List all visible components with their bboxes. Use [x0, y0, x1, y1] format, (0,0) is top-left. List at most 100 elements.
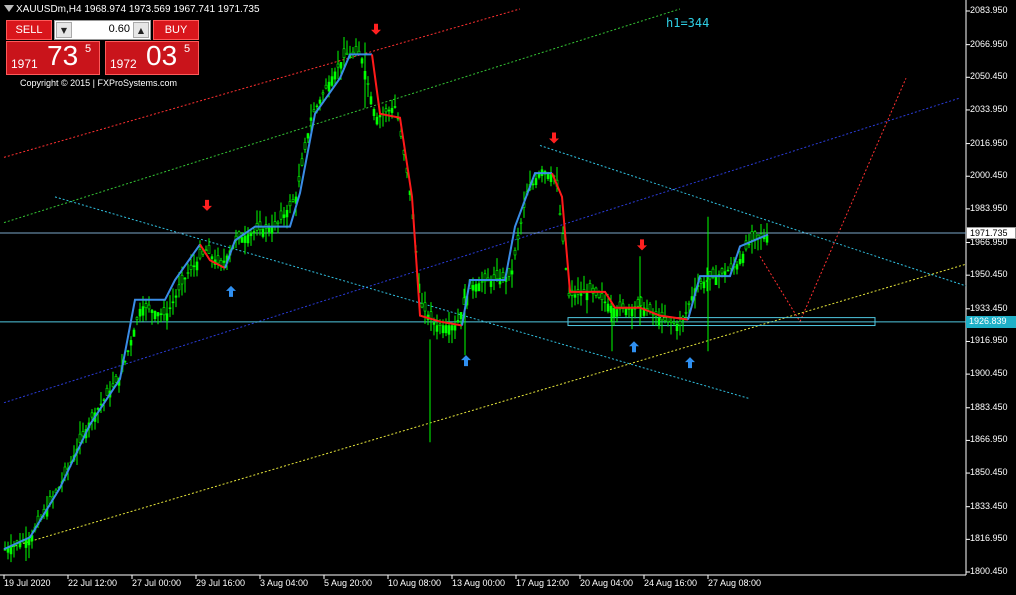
candle-body	[444, 325, 448, 334]
buy-price-box[interactable]: 1972 03 5	[105, 40, 199, 75]
candle-body	[516, 235, 520, 240]
candle-body	[624, 307, 628, 316]
candle-body	[447, 325, 451, 335]
candle-body	[432, 322, 436, 325]
candle-body	[141, 306, 145, 316]
candle-body	[309, 117, 313, 121]
candle-body	[435, 325, 439, 332]
candle-body	[132, 329, 136, 337]
candle-body	[603, 301, 607, 304]
lot-decrease-icon[interactable]: ▼	[56, 22, 72, 38]
candle-body	[507, 268, 511, 277]
candle-body	[114, 376, 118, 383]
y-axis-label: 1883.450	[970, 401, 1008, 412]
y-axis-label: 2083.950	[970, 5, 1008, 15]
candle-body	[423, 302, 427, 312]
sell-arrow-icon	[202, 199, 212, 211]
candle-body	[573, 294, 577, 298]
lot-size-value[interactable]: 0.60	[75, 23, 130, 35]
candle-body	[441, 325, 445, 334]
candle-body	[111, 383, 115, 387]
candle-body	[561, 233, 565, 242]
candle-body	[360, 58, 364, 64]
candle-body	[138, 308, 142, 317]
candle-body	[456, 319, 460, 323]
candle-body	[369, 96, 373, 105]
y-axis-label: 1916.950	[970, 335, 1008, 346]
buy-price-pips: 03	[146, 40, 178, 71]
channel-blue-line	[3, 97, 961, 404]
candle-body	[387, 109, 391, 112]
level-price-tag[interactable]: 1926.839	[966, 315, 1016, 328]
current-price-tag: 1971.735	[966, 227, 1016, 240]
candle-body	[189, 264, 193, 270]
candle-body	[714, 275, 718, 285]
trend-down-segment	[371, 54, 463, 327]
candle-body	[246, 234, 250, 244]
sell-arrow-icon	[637, 239, 647, 251]
candle-body	[474, 284, 478, 292]
candle-body	[558, 213, 562, 215]
one-click-trading-panel: SELL ▼ 0.60 ▲ BUY 1971 73 5 1972 03 5 Co…	[6, 20, 199, 90]
candle-body	[366, 83, 370, 85]
candle-body	[585, 292, 589, 301]
x-axis-label: 27 Jul 00:00	[132, 578, 182, 588]
candle-body	[747, 243, 751, 246]
x-axis-label: 20 Aug 04:00	[580, 578, 634, 588]
candle-body	[450, 325, 454, 331]
candle-body	[702, 281, 706, 289]
x-axis-label: 22 Jul 12:00	[68, 578, 118, 588]
y-axis-label: 1983.950	[970, 202, 1008, 213]
candle-body	[171, 301, 175, 304]
buy-button[interactable]: BUY	[153, 20, 199, 40]
candle-body	[675, 324, 679, 332]
candle-body	[741, 253, 745, 263]
candle-body	[336, 63, 340, 68]
buy-arrow-icon	[226, 285, 236, 297]
sell-button[interactable]: SELL	[6, 20, 52, 40]
candle-body	[378, 115, 382, 118]
candle-body	[564, 268, 568, 270]
candle-body	[27, 537, 31, 546]
y-axis-label: 1950.450	[970, 269, 1008, 280]
candle-body	[198, 249, 202, 259]
symbol-dropdown-icon[interactable]	[4, 5, 14, 12]
candle-body	[723, 271, 727, 276]
x-axis-label: 3 Aug 04:00	[260, 578, 309, 588]
candle-body	[735, 264, 739, 270]
x-axis-label: 17 Aug 12:00	[516, 578, 570, 588]
candle-body	[210, 256, 214, 259]
candle-body	[303, 142, 307, 150]
trend-line	[3, 53, 769, 551]
candle-body	[750, 231, 754, 241]
candle-body	[753, 231, 757, 240]
copyright-text: Copyright © 2015 | FXProSystems.com	[20, 78, 178, 88]
sell-arrow-icon	[371, 23, 381, 35]
x-axis-label: 13 Aug 00:00	[452, 578, 506, 588]
trend-up-segment	[461, 172, 552, 326]
candle-body	[663, 317, 667, 322]
buy-arrow-icon	[685, 357, 695, 369]
candle-body	[240, 237, 244, 243]
candle-body	[318, 99, 322, 104]
x-axis-label: 29 Jul 16:00	[196, 578, 246, 588]
candle-body	[672, 321, 676, 324]
candle-body	[333, 71, 337, 80]
candle-body	[519, 221, 523, 224]
candle-body	[99, 403, 103, 406]
buy-arrow-icon	[629, 341, 639, 353]
candle-body	[279, 210, 283, 220]
candle-body	[636, 299, 640, 307]
lot-increase-icon[interactable]: ▲	[133, 22, 149, 38]
sell-price-pips: 73	[47, 40, 79, 71]
sell-price-box[interactable]: 1971 73 5	[6, 40, 100, 75]
candle-body	[510, 270, 514, 275]
lot-size-field[interactable]: ▼ 0.60 ▲	[54, 20, 151, 40]
candle-body	[495, 270, 499, 280]
candle-body	[567, 293, 571, 297]
candle-body	[270, 227, 274, 234]
candle-body	[126, 350, 130, 353]
candle-body	[153, 310, 157, 320]
x-axis-label: 24 Aug 16:00	[644, 578, 698, 588]
candle-body	[180, 274, 184, 285]
